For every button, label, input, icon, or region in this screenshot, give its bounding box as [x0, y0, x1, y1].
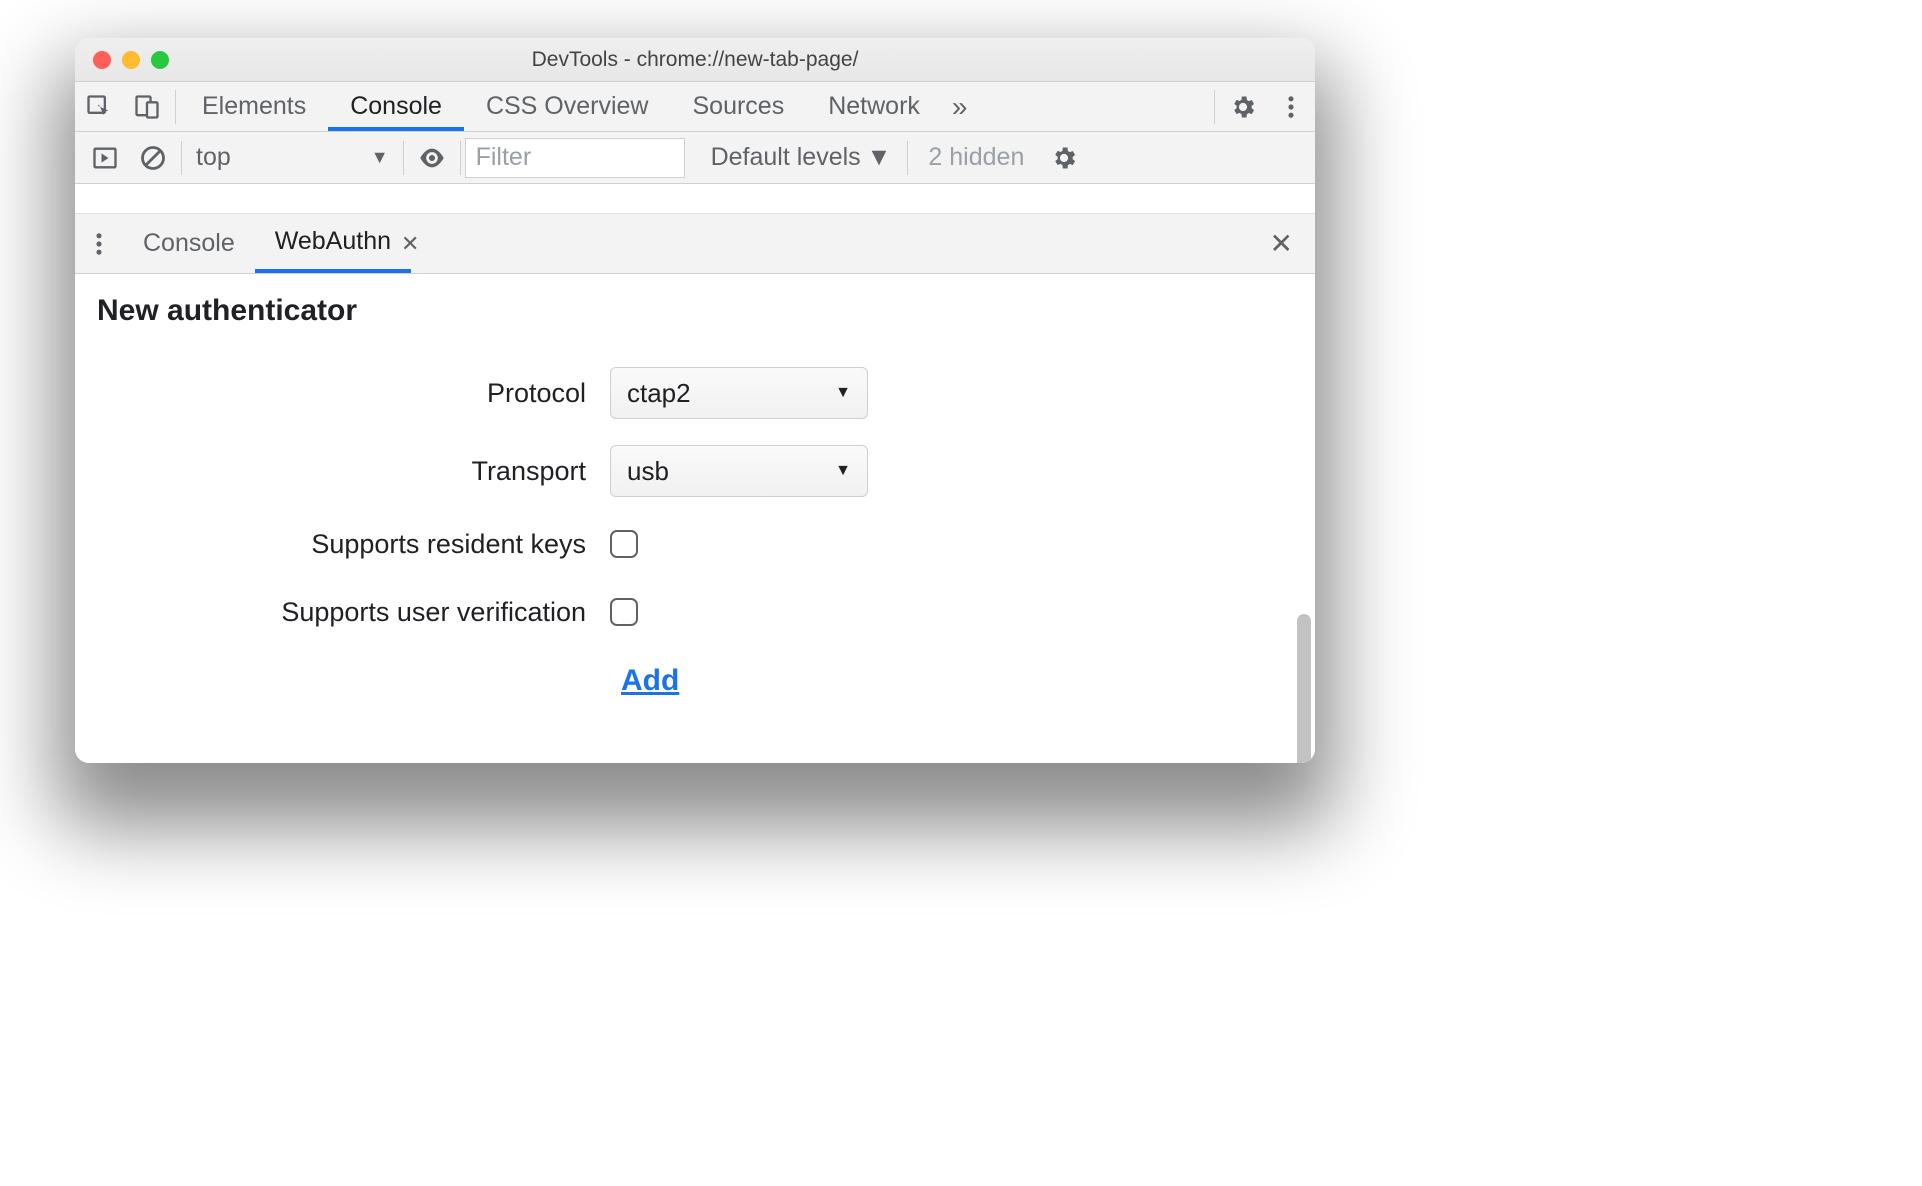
tab-label: Elements: [202, 92, 306, 121]
tab-label: CSS Overview: [486, 92, 649, 121]
tab-label: Console: [350, 92, 442, 121]
divider: [460, 141, 461, 175]
console-settings-icon[interactable]: [1040, 134, 1088, 182]
divider: [403, 141, 404, 175]
close-drawer-icon[interactable]: ✕: [1248, 227, 1315, 260]
traffic-lights: [93, 51, 169, 69]
divider: [175, 90, 176, 124]
main-tabstrip: Elements Console CSS Overview Sources Ne…: [75, 82, 1315, 132]
titlebar: DevTools - chrome://new-tab-page/: [75, 38, 1315, 82]
resident-keys-label: Supports resident keys: [75, 529, 610, 560]
protocol-select[interactable]: ctap2 ▼: [610, 367, 868, 419]
drawer-tab-webauthn[interactable]: WebAuthn: [255, 214, 411, 273]
close-window-button[interactable]: [93, 51, 111, 69]
protocol-value: ctap2: [627, 378, 691, 409]
more-tabs-icon[interactable]: »: [942, 91, 978, 123]
drawer-menu-icon[interactable]: [75, 220, 123, 268]
webauthn-panel: New authenticator Protocol ctap2 ▼ Trans…: [75, 274, 1315, 763]
scrollbar-thumb[interactable]: [1297, 614, 1311, 763]
console-toolbar: top ▼ Filter Default levels ▼ 2 hidden: [75, 132, 1315, 184]
transport-value: usb: [627, 456, 669, 487]
minimize-window-button[interactable]: [122, 51, 140, 69]
authenticator-form: Protocol ctap2 ▼ Transport usb ▼ Support…: [75, 354, 1315, 698]
devtools-window: DevTools - chrome://new-tab-page/ Elemen…: [75, 38, 1315, 763]
tab-network[interactable]: Network: [806, 82, 942, 131]
add-button[interactable]: Add: [621, 664, 679, 698]
console-output-area: [75, 184, 1315, 214]
caret-down-icon: ▼: [835, 462, 851, 480]
add-row: Add: [75, 664, 1315, 698]
tab-sources[interactable]: Sources: [671, 82, 807, 131]
levels-label: Default levels: [711, 143, 861, 172]
hidden-count[interactable]: 2 hidden: [912, 143, 1040, 172]
context-selector[interactable]: top ▼: [186, 138, 399, 178]
tab-elements[interactable]: Elements: [180, 82, 328, 131]
tab-css-overview[interactable]: CSS Overview: [464, 82, 671, 131]
tab-label: Network: [828, 92, 920, 121]
caret-down-icon: ▼: [371, 147, 389, 168]
divider: [907, 141, 908, 175]
sidebar-toggle-icon[interactable]: [81, 134, 129, 182]
tab-label: Sources: [693, 92, 785, 121]
filter-input[interactable]: Filter: [465, 138, 685, 178]
caret-down-icon: ▼: [835, 384, 851, 402]
panel-heading: New authenticator: [97, 294, 1315, 328]
tab-label: WebAuthn: [275, 227, 391, 256]
maximize-window-button[interactable]: [151, 51, 169, 69]
drawer-tab-console[interactable]: Console: [123, 214, 255, 273]
drawer-tabstrip: Console WebAuthn ✕ ✕: [75, 214, 1315, 274]
user-verification-label: Supports user verification: [75, 597, 610, 628]
tab-label: Console: [143, 229, 235, 258]
clear-console-icon[interactable]: [129, 134, 177, 182]
context-value: top: [196, 143, 231, 172]
caret-down-icon: ▼: [867, 143, 892, 172]
user-verification-checkbox[interactable]: [610, 598, 638, 626]
transport-select[interactable]: usb ▼: [610, 445, 868, 497]
protocol-label: Protocol: [75, 378, 610, 409]
transport-label: Transport: [75, 456, 610, 487]
device-toolbar-icon[interactable]: [123, 83, 171, 131]
resident-keys-checkbox[interactable]: [610, 530, 638, 558]
log-levels-selector[interactable]: Default levels ▼: [699, 143, 904, 172]
transport-row: Transport usb ▼: [75, 432, 1315, 510]
settings-icon[interactable]: [1219, 83, 1267, 131]
divider: [1214, 90, 1215, 124]
filter-placeholder: Filter: [476, 143, 532, 172]
inspect-element-icon[interactable]: [75, 83, 123, 131]
tab-console[interactable]: Console: [328, 82, 464, 131]
user-verification-row: Supports user verification: [75, 578, 1315, 646]
divider: [181, 141, 182, 175]
resident-keys-row: Supports resident keys: [75, 510, 1315, 578]
kebab-menu-icon[interactable]: [1267, 83, 1315, 131]
protocol-row: Protocol ctap2 ▼: [75, 354, 1315, 432]
close-tab-icon[interactable]: ✕: [401, 231, 431, 257]
live-expression-icon[interactable]: [408, 134, 456, 182]
window-title: DevTools - chrome://new-tab-page/: [75, 48, 1315, 72]
